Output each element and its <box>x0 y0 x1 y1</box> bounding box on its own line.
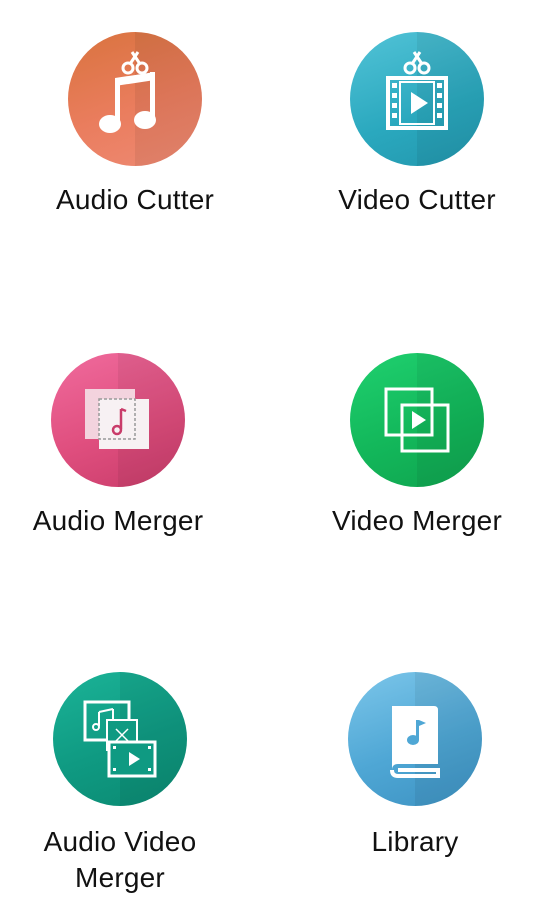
video-cutter-tile[interactable]: Video Cutter <box>282 32 540 218</box>
audio-merger-label: Audio Merger <box>32 505 204 536</box>
audio-video-merger-label-line2: Merger <box>75 862 165 893</box>
audio-cutter-tile[interactable]: Audio Cutter <box>0 32 270 218</box>
library-icon[interactable] <box>348 672 482 806</box>
video-cutter-label: Video Cutter <box>338 184 496 215</box>
audio-merger-icon[interactable] <box>51 353 185 487</box>
audio-merger-tile[interactable]: Audio Merger <box>0 353 253 539</box>
video-merger-label: Video Merger <box>332 505 502 536</box>
audio-video-merger-icon[interactable] <box>53 672 187 806</box>
audio-video-merger-label-line1: Audio Video <box>43 826 197 857</box>
video-merger-icon[interactable] <box>350 353 484 487</box>
library-label: Library <box>371 826 459 857</box>
library-tile[interactable]: Library <box>280 672 540 860</box>
video-cutter-icon[interactable] <box>350 32 484 166</box>
audio-video-merger-tile[interactable]: Audio Video Merger <box>0 672 255 896</box>
audio-video-merger-label: Audio Video Merger <box>44 824 197 896</box>
video-merger-tile[interactable]: Video Merger <box>282 353 540 539</box>
audio-cutter-label: Audio Cutter <box>55 184 215 215</box>
audio-cutter-icon[interactable] <box>68 32 202 166</box>
